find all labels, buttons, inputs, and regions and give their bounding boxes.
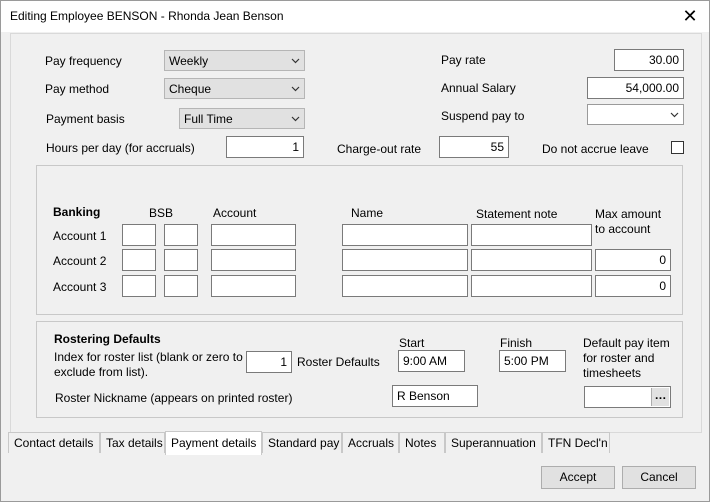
suspend-pay-select[interactable] [587, 104, 684, 125]
bsb-prefix-input[interactable] [122, 224, 156, 246]
chevron-down-icon [291, 58, 300, 64]
chevron-down-icon [291, 86, 300, 92]
roster-defaults-label: Roster Defaults [297, 355, 380, 369]
cancel-button[interactable]: Cancel [622, 466, 696, 489]
roster-index-label: Index for roster list (blank or zero to … [54, 350, 243, 379]
title-bar: Editing Employee BENSON - Rhonda Jean Be… [1, 1, 709, 32]
account-header: Account [213, 206, 257, 220]
account-row-label: Account 3 [53, 280, 107, 294]
account-row-label: Account 1 [53, 229, 107, 243]
charge-out-rate-label: Charge-out rate [337, 142, 422, 156]
statement-note-input[interactable] [471, 249, 592, 271]
ellipsis-icon[interactable]: … [651, 388, 669, 406]
account-name-input[interactable] [342, 224, 468, 246]
suspend-pay-label: Suspend pay to [441, 109, 525, 123]
statement-note-header: Statement note [476, 207, 558, 221]
window-title: Editing Employee BENSON - Rhonda Jean Be… [10, 9, 284, 23]
chevron-down-icon [670, 112, 679, 118]
pay-method-label: Pay method [45, 82, 110, 96]
pay-method-value: Cheque [169, 82, 212, 96]
name-header: Name [351, 206, 384, 220]
statement-note-input[interactable] [471, 224, 592, 246]
pay-method-select[interactable]: Cheque [164, 78, 305, 99]
tab-superannuation[interactable]: Superannuation [445, 432, 542, 453]
account-name-input[interactable] [342, 249, 468, 271]
pay-frequency-value: Weekly [169, 54, 209, 68]
annual-salary-input[interactable]: 54,000.00 [587, 77, 684, 99]
bsb-suffix-input[interactable] [164, 249, 198, 271]
statement-note-input[interactable] [471, 275, 592, 297]
do-not-accrue-leave-label: Do not accrue leave [542, 142, 649, 156]
account-number-input[interactable] [211, 249, 296, 271]
tab-accruals[interactable]: Accruals [342, 432, 399, 453]
pay-rate-input[interactable]: 30.00 [614, 49, 684, 71]
bsb-prefix-input[interactable] [122, 275, 156, 297]
employee-edit-dialog: Editing Employee BENSON - Rhonda Jean Be… [0, 0, 710, 502]
close-icon[interactable]: ✕ [677, 4, 703, 28]
hours-per-day-label: Hours per day (for accruals) [46, 141, 195, 155]
bsb-suffix-input[interactable] [164, 275, 198, 297]
default-pay-item-input[interactable]: … [584, 386, 671, 408]
tab-payment-details[interactable]: Payment details [165, 431, 262, 455]
start-time-input[interactable]: 9:00 AM [398, 350, 465, 372]
pay-rate-label: Pay rate [441, 53, 486, 67]
roster-index-input[interactable]: 1 [246, 351, 292, 373]
roster-nickname-label: Roster Nickname (appears on printed rost… [55, 391, 293, 405]
tab-standard-pay[interactable]: Standard pay [262, 432, 342, 453]
chevron-down-icon [291, 116, 300, 122]
start-label: Start [399, 336, 425, 350]
payment-basis-select[interactable]: Full Time [179, 108, 305, 129]
tab-tax-details[interactable]: Tax details [100, 432, 165, 453]
bsb-suffix-input[interactable] [164, 224, 198, 246]
max-amount-input[interactable]: 0 [595, 249, 671, 271]
rostering-defaults-title: Rostering Defaults [54, 332, 161, 346]
tab-notes[interactable]: Notes [399, 432, 445, 453]
roster-nickname-input[interactable]: R Benson [392, 385, 478, 407]
finish-label: Finish [500, 336, 533, 350]
accept-button[interactable]: Accept [541, 466, 615, 489]
payment-basis-label: Payment basis [46, 112, 125, 126]
do-not-accrue-leave-checkbox[interactable] [671, 141, 684, 154]
hours-per-day-input[interactable]: 1 [226, 136, 304, 158]
charge-out-rate-input[interactable]: 55 [439, 136, 509, 158]
account-name-input[interactable] [342, 275, 468, 297]
default-pay-item-label: Default pay item for roster and timeshee… [583, 336, 670, 380]
finish-time-input[interactable]: 5:00 PM [499, 350, 566, 372]
annual-salary-label: Annual Salary [441, 81, 516, 95]
max-amount-input[interactable]: 0 [595, 275, 671, 297]
banking-title: Banking [53, 205, 101, 219]
payment-basis-value: Full Time [184, 112, 233, 126]
bsb-prefix-input[interactable] [122, 249, 156, 271]
max-amount-header: Max amount to account [595, 207, 662, 236]
tab-tfn-declaration[interactable]: TFN Decl'n [542, 432, 610, 453]
account-number-input[interactable] [211, 275, 296, 297]
payment-details-panel: Pay frequency Weekly Pay method Cheque P… [10, 33, 702, 433]
pay-frequency-select[interactable]: Weekly [164, 50, 305, 71]
account-row-label: Account 2 [53, 254, 107, 268]
tab-contact-details[interactable]: Contact details [8, 432, 100, 453]
pay-frequency-label: Pay frequency [45, 54, 122, 68]
bsb-header: BSB [149, 206, 174, 220]
account-number-input[interactable] [211, 224, 296, 246]
